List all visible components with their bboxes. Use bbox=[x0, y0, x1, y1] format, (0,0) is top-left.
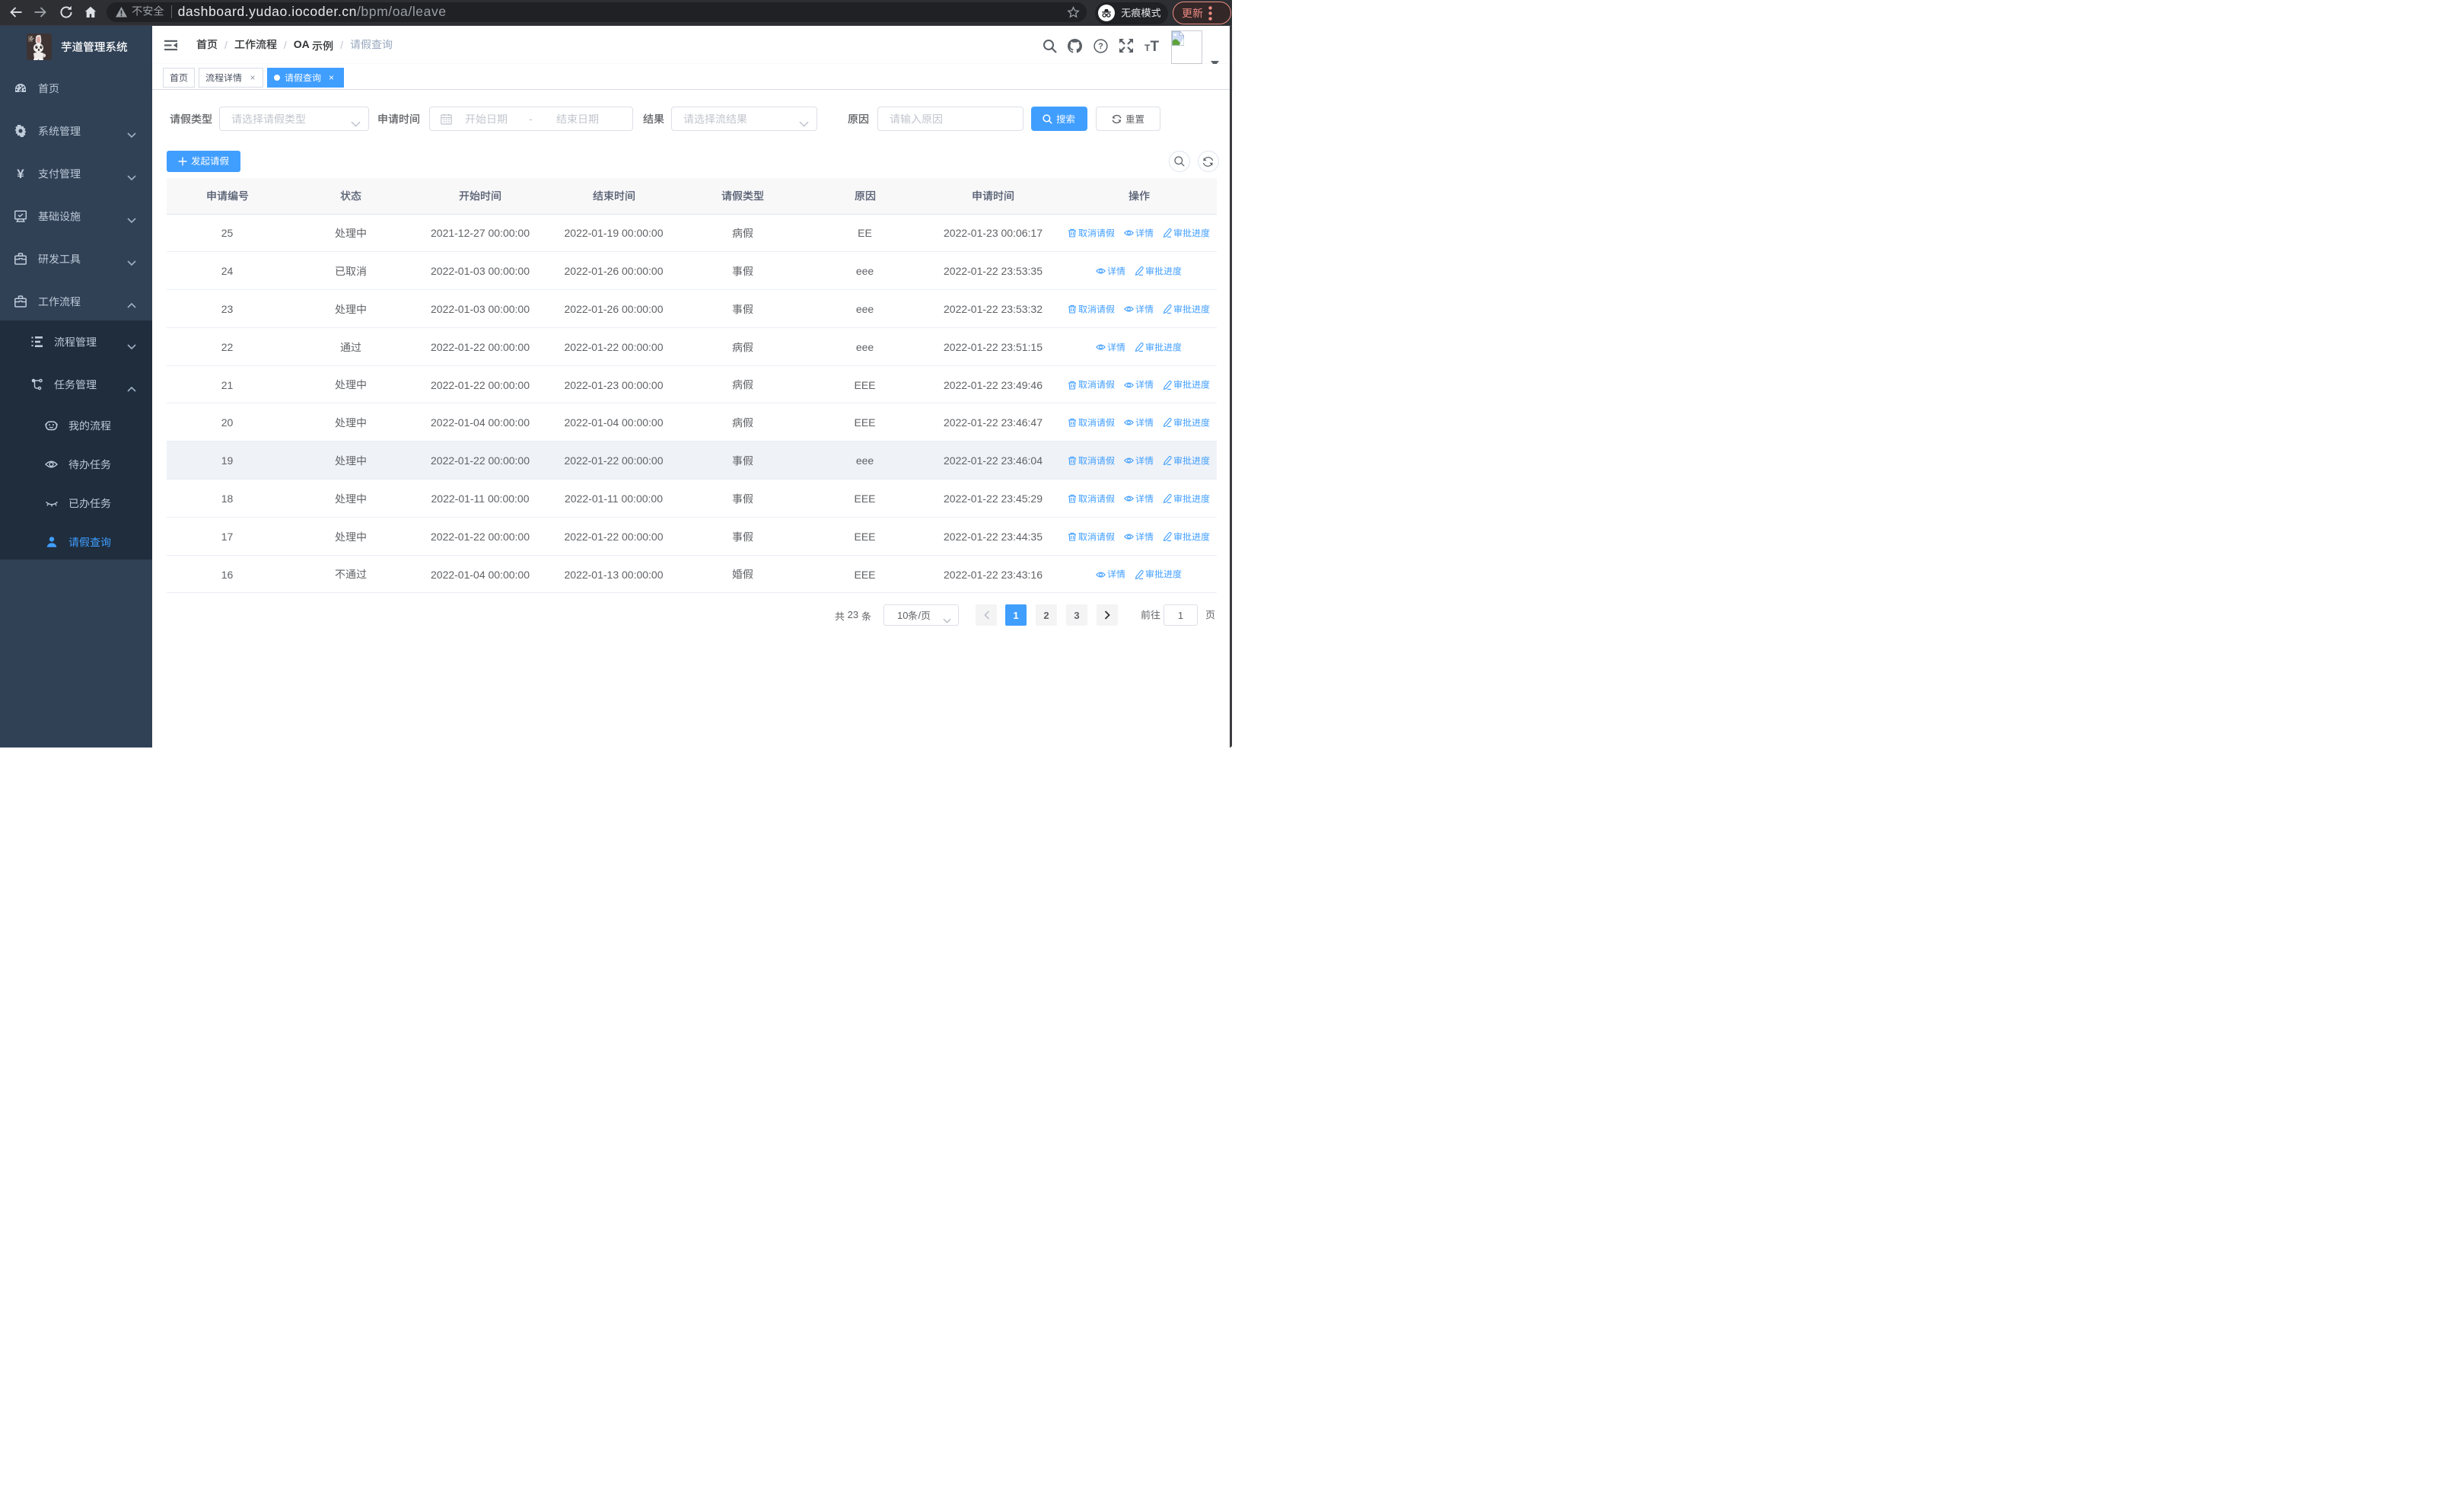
svg-text:?: ? bbox=[1098, 42, 1103, 51]
svg-text:T: T bbox=[1150, 39, 1159, 52]
svg-text:¥: ¥ bbox=[17, 167, 24, 180]
